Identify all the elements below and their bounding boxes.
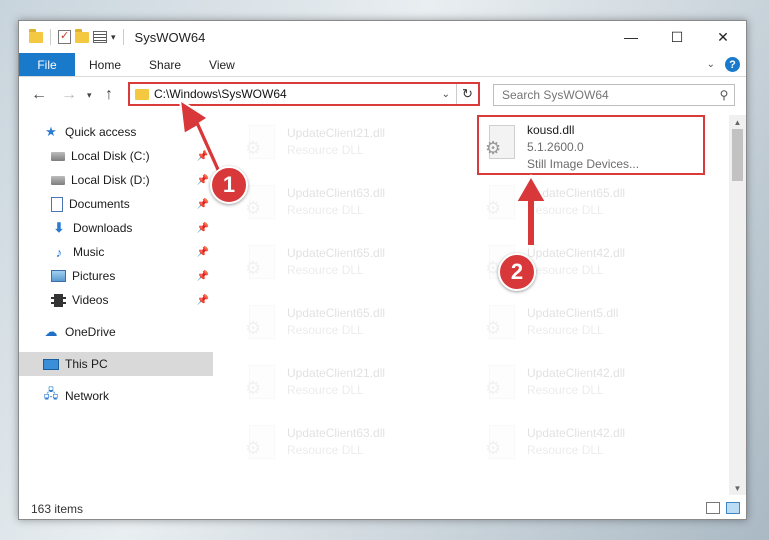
sidebar-item-videos[interactable]: Videos 📌 [19,288,213,312]
window-title: SysWOW64 [134,29,206,45]
download-icon: ⬇ [53,220,65,235]
step-1-badge: 1 [210,166,248,204]
properties-check-icon[interactable] [58,29,71,44]
videos-icon [51,293,66,307]
address-path[interactable]: C:\Windows\SysWOW64 [154,87,442,101]
dll-file-icon: ⚙ [485,185,519,225]
cloud-icon: ☁ [44,324,58,339]
file-item[interactable]: ⚙ UpdateClient21.dll Resource DLL [239,119,465,175]
search-input[interactable] [502,88,714,102]
sidebar-item-documents[interactable]: Documents 📌 [19,192,213,216]
pictures-icon [51,270,66,282]
pin-icon: 📌 [196,294,209,306]
sidebar-item-quick-access[interactable]: ★ Quick access [19,120,213,144]
tab-file[interactable]: File [19,53,75,76]
file-item[interactable]: ⚙ UpdateClient65.dll Resource DLL [479,179,705,235]
tab-view[interactable]: View [195,53,249,76]
window-controls: — ☐ ✕ [608,21,746,53]
maximize-button[interactable]: ☐ [654,21,700,53]
sidebar-item-downloads[interactable]: ⬇ Downloads 📌 [19,216,213,240]
expand-ribbon-icon[interactable]: ⌄ [707,59,715,70]
sidebar-item-local-disk-d[interactable]: Local Disk (D:) 📌 [19,168,213,192]
pin-icon: 📌 [196,246,209,258]
pin-icon: 📌 [196,174,209,186]
address-dropdown-icon[interactable]: ⌄ [442,89,450,100]
sidebar-item-music[interactable]: ♪ Music 📌 [19,240,213,264]
customize-icon[interactable] [93,31,107,43]
folder-icon [29,28,43,43]
sidebar-item-pictures[interactable]: Pictures 📌 [19,264,213,288]
document-icon [51,196,63,212]
recent-locations-icon[interactable]: ▾ [87,90,92,101]
dll-file-icon: ⚙ [485,425,519,465]
file-item[interactable]: ⚙ UpdateClient42.dll Resource DLL [479,419,705,475]
file-list: ⚙ UpdateClient21.dll Resource DLL ⚙ Updat… [231,115,729,495]
close-button[interactable]: ✕ [700,21,746,53]
dll-file-icon: ⚙ [245,245,279,285]
sidebar-item-this-pc[interactable]: This PC [19,352,213,376]
sidebar-item-network[interactable]: 🖧 Network [19,384,213,408]
star-icon: ★ [45,124,57,139]
file-explorer-window: ▾ SysWOW64 — ☐ ✕ File Home Share View ⌄ … [18,20,747,520]
file-item[interactable]: ⚙ UpdateClient5.dll Resource DLL [479,299,705,355]
search-box[interactable]: ⚲ [493,84,735,106]
dll-file-icon: ⚙ [245,185,279,225]
status-bar: 163 items [19,498,746,519]
pin-icon: 📌 [196,222,209,234]
ribbon-tabs: File Home Share View ⌄ ? [19,53,746,77]
new-folder-icon[interactable] [75,28,89,43]
scroll-up-icon[interactable]: ▲ [729,115,746,129]
dll-file-icon: ⚙ [485,365,519,405]
toolbar-dropdown-icon[interactable]: ▾ [111,32,116,43]
address-bar[interactable]: C:\Windows\SysWOW64 ⌄ ↻ [128,82,480,106]
file-item[interactable]: ⚙ UpdateClient63.dll Resource DLL [239,179,465,235]
file-item[interactable]: ⚙ UpdateClient65.dll Resource DLL [239,299,465,355]
dll-file-icon: ⚙ [245,305,279,345]
forward-arrow-icon[interactable]: → [61,86,77,104]
computer-icon [43,358,59,370]
kousd-highlight-box [477,115,705,175]
minimize-button[interactable]: — [608,21,654,53]
tab-home[interactable]: Home [75,53,135,76]
details-view-icon[interactable] [706,502,720,514]
help-icon[interactable]: ? [725,57,740,72]
scrollbar-thumb[interactable] [732,129,743,181]
back-arrow-icon[interactable]: ← [31,86,47,104]
up-arrow-icon[interactable]: ↑ [105,86,113,104]
vertical-scrollbar[interactable]: ▲ ▼ [729,115,746,495]
search-icon[interactable]: ⚲ [714,88,734,102]
sidebar-item-onedrive[interactable]: ☁ OneDrive [19,320,213,344]
file-item[interactable]: ⚙ UpdateClient21.dll Resource DLL [239,359,465,415]
music-icon: ♪ [55,244,63,260]
dll-file-icon: ⚙ [485,305,519,345]
dll-file-icon: ⚙ [245,425,279,465]
navigation-bar: ← → ▾ ↑ C:\Windows\SysWOW64 ⌄ ↻ ⚲ [19,79,746,111]
tab-share[interactable]: Share [135,53,195,76]
file-item[interactable]: ⚙ UpdateClient42.dll Resource DLL [479,359,705,415]
sidebar-item-local-disk-c[interactable]: Local Disk (C:) 📌 [19,144,213,168]
dll-file-icon: ⚙ [245,365,279,405]
refresh-icon[interactable]: ↻ [456,84,478,104]
tiles-view-icon[interactable] [726,502,740,514]
network-icon: 🖧 [43,386,59,401]
pin-icon: 📌 [196,198,209,210]
pin-icon: 📌 [196,270,209,282]
quick-access-toolbar: ▾ [19,21,127,53]
file-item[interactable]: ⚙ UpdateClient65.dll Resource DLL [239,239,465,295]
scroll-down-icon[interactable]: ▼ [729,481,746,495]
item-count: 163 items [31,502,84,516]
title-bar: ▾ SysWOW64 — ☐ ✕ [19,21,746,53]
pin-icon: 📌 [196,150,209,162]
drive-icon [51,175,65,185]
navigation-pane: ★ Quick access Local Disk (C:) 📌 Local D… [19,115,213,495]
drive-icon [51,151,65,161]
folder-icon [135,88,149,100]
dll-file-icon: ⚙ [245,125,279,165]
file-item[interactable]: ⚙ UpdateClient63.dll Resource DLL [239,419,465,475]
step-2-badge: 2 [498,253,536,291]
